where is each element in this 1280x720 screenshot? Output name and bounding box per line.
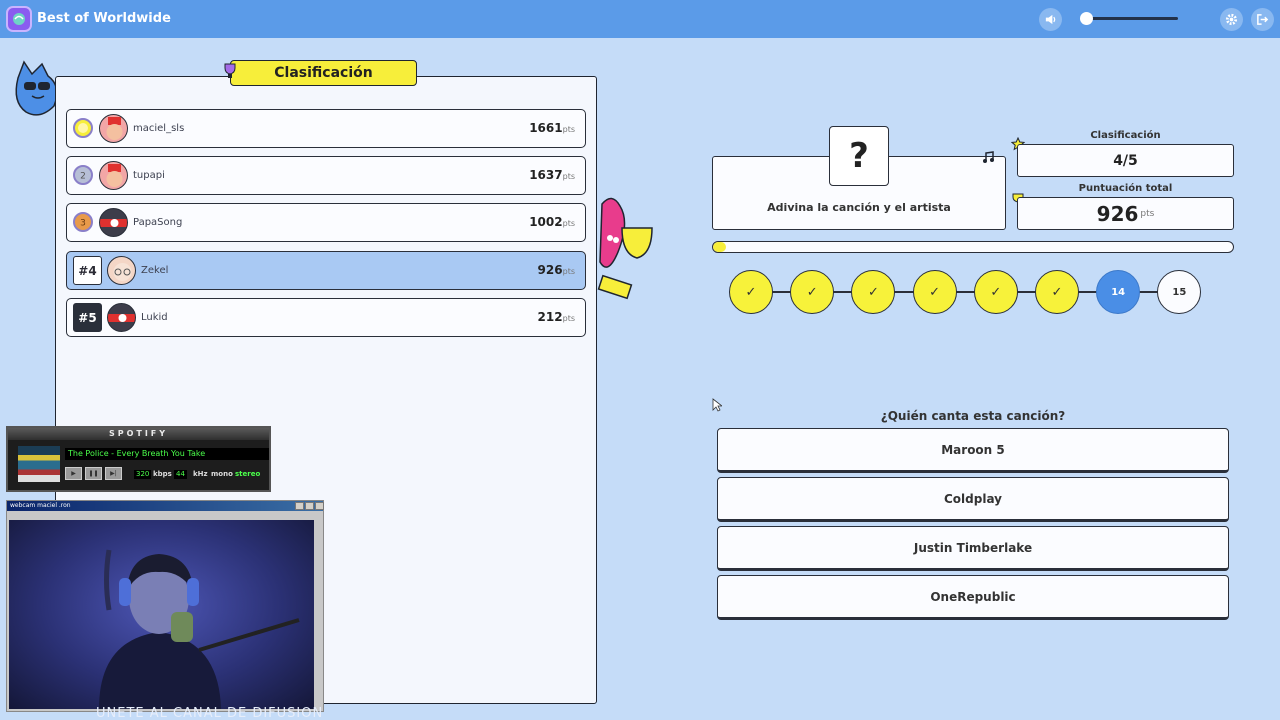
round-indicator: 14 [1096, 270, 1141, 314]
exit-button[interactable] [1251, 8, 1274, 31]
avatar [99, 208, 128, 237]
speaker-icon [1045, 14, 1056, 25]
round-progress-bar [712, 241, 1234, 253]
volume-knob[interactable] [1080, 12, 1093, 25]
round-indicator: ✓ [790, 270, 835, 314]
khz-unit: kHz [193, 470, 208, 478]
round-indicator: ✓ [851, 270, 896, 314]
stereo-label: stereo [235, 470, 261, 478]
app-logo-icon [6, 6, 32, 32]
pause-icon[interactable]: ❚❚ [85, 467, 102, 480]
mascot-trophy-icon [597, 197, 653, 300]
album-art [18, 446, 60, 482]
bronze-medal-icon: 3 [73, 212, 93, 232]
question-text: Adivina la canción y el artista [767, 201, 951, 214]
settings-button[interactable] [1220, 8, 1243, 31]
player-points: 212pts [537, 310, 575, 324]
volume-slider[interactable] [1080, 12, 1178, 25]
score-value: 926 pts [1017, 197, 1234, 230]
avatar [99, 114, 128, 143]
leaderboard-title: Clasificación [230, 60, 417, 86]
gear-icon [1225, 13, 1238, 26]
player-points: 1661pts [529, 121, 575, 135]
player-points: 1002pts [529, 215, 575, 229]
player-points: 1637pts [529, 168, 575, 182]
player-points: 926pts [537, 263, 575, 277]
round-indicator: ✓ [973, 270, 1018, 314]
webcam-title: webcam maciel .ron [7, 501, 323, 511]
leaderboard-row: 3 PapaSong 1002pts [66, 203, 586, 242]
bitrate-value: 320 [134, 470, 152, 479]
round-indicator: ✓ [1035, 270, 1079, 314]
avatar [107, 303, 136, 332]
player-name: maciel_sls [133, 123, 185, 134]
silver-medal-icon: 2 [73, 165, 93, 185]
spotify-title: SPOTIFY [8, 428, 269, 440]
top-bar: Best of Worldwide [0, 0, 1280, 38]
khz-value: 44 [174, 470, 187, 479]
maximize-icon[interactable] [305, 502, 314, 510]
bitrate-unit: kbps [153, 470, 172, 478]
svg-text:3: 3 [80, 219, 86, 229]
gold-medal-icon [73, 118, 93, 138]
leaderboard-row-current-player: #4 Zekel 926pts [66, 251, 586, 290]
now-playing-track: The Police - Every Breath You Take [65, 448, 269, 460]
exit-icon [1257, 14, 1269, 25]
app-title: Best of Worldwide [37, 11, 171, 26]
leaderboard-row: 2 tupapi 1637pts [66, 156, 586, 195]
score-label: Puntuación total [1078, 183, 1173, 194]
close-icon[interactable] [315, 502, 324, 510]
trophy-icon [224, 63, 236, 78]
round-indicator: ✓ [912, 270, 957, 314]
mono-label: mono [211, 470, 233, 478]
music-note-icon [983, 151, 994, 163]
next-icon[interactable]: ▶| [105, 467, 122, 480]
rank-value: 4/5 [1017, 144, 1234, 177]
player-name: tupapi [133, 170, 165, 181]
mystery-mark: ? [829, 126, 889, 186]
minimize-icon[interactable] [295, 502, 304, 510]
volume-button[interactable] [1039, 8, 1062, 31]
avatar [99, 161, 128, 190]
avatar [107, 256, 136, 285]
answer-option[interactable]: Coldplay [717, 477, 1229, 522]
player-name: Lukid [141, 312, 168, 323]
webcam-overlay: webcam maciel .ron [6, 500, 324, 712]
question-prompt: ¿Quién canta esta canción? [880, 409, 1066, 423]
rank-badge: #5 [73, 303, 102, 332]
round-indicator: ✓ [729, 270, 773, 314]
svg-text:2: 2 [80, 172, 86, 182]
leaderboard-row: maciel_sls 1661pts [66, 109, 586, 148]
round-indicator: 15 [1157, 270, 1202, 314]
answer-option[interactable]: Maroon 5 [717, 428, 1229, 473]
rank-label: Clasificación [1090, 130, 1161, 141]
rank-badge: #4 [73, 256, 102, 285]
ticker-text: ÚNETE AL CANAL DE DIFUSIÓN PAP [96, 707, 326, 720]
leaderboard-row: #5 Lukid 212pts [66, 298, 586, 337]
player-name: PapaSong [133, 217, 183, 228]
answer-option[interactable]: OneRepublic [717, 575, 1229, 620]
spotify-now-playing-overlay: SPOTIFY The Police - Every Breath You Ta… [6, 426, 271, 492]
play-icon[interactable]: ▶ [65, 467, 82, 480]
webcam-feed [9, 520, 314, 709]
answer-option[interactable]: Justin Timberlake [717, 526, 1229, 571]
progress-fill [713, 242, 726, 252]
player-name: Zekel [141, 265, 169, 276]
